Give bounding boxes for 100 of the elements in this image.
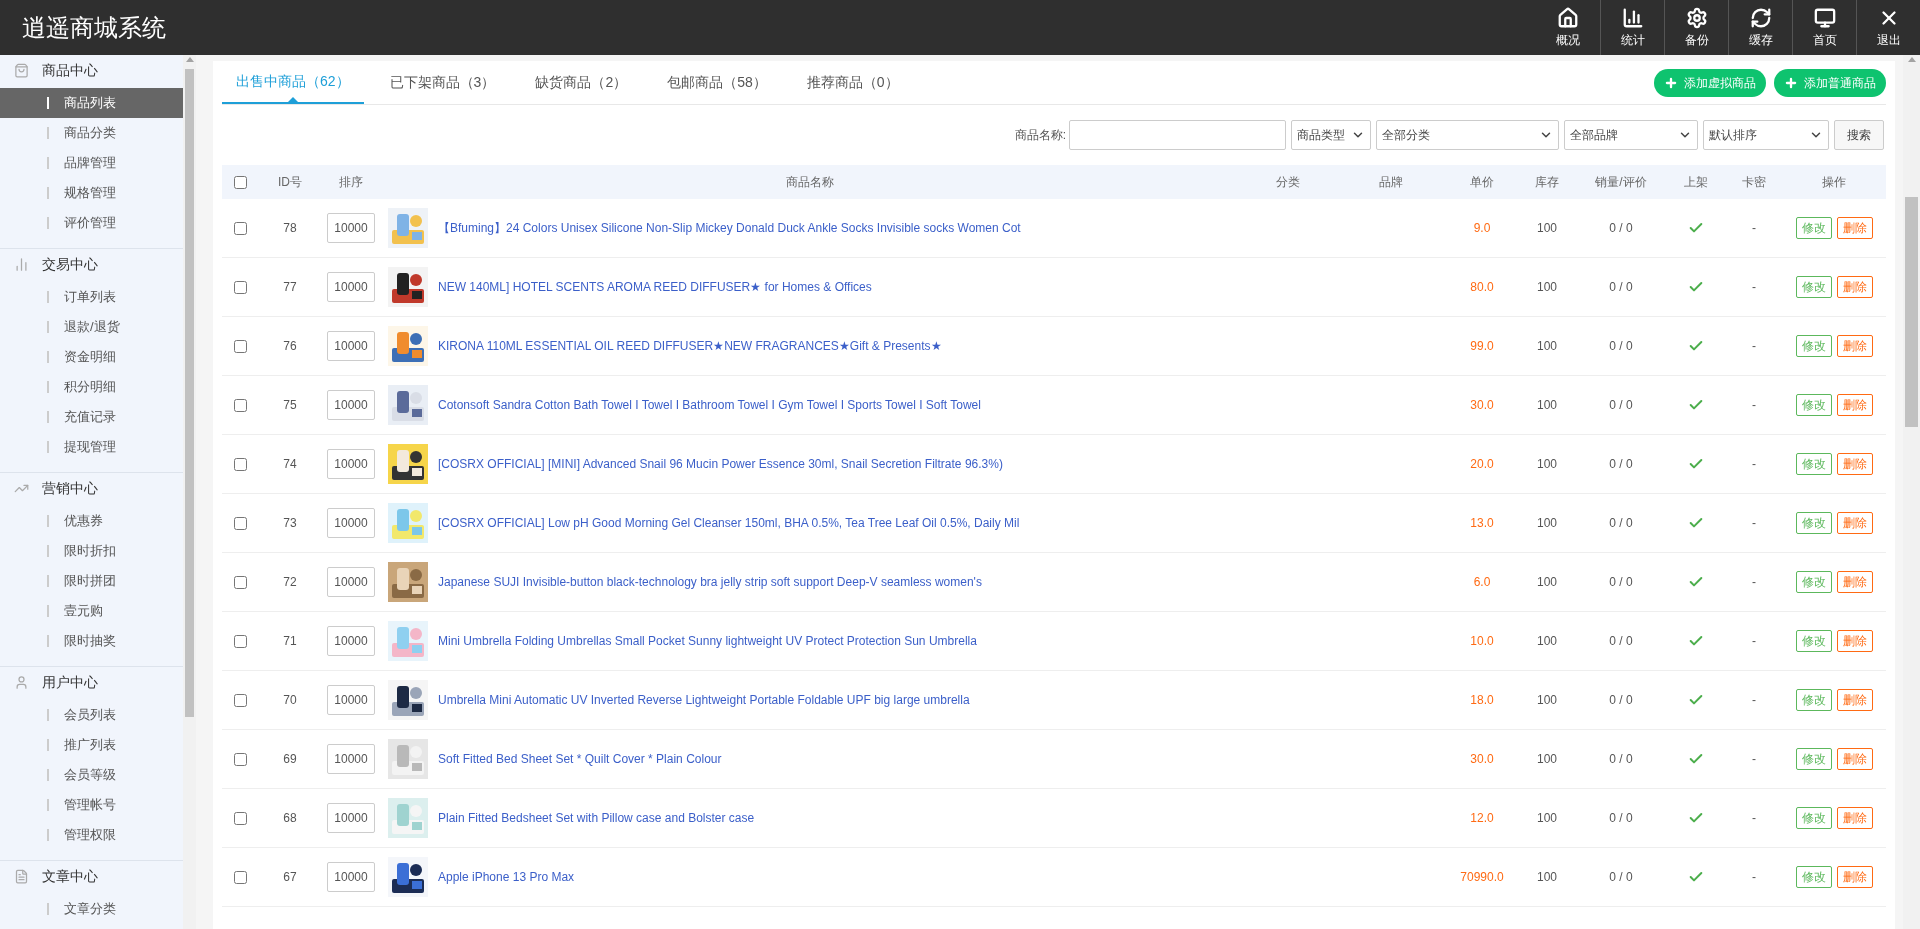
- sidebar-item[interactable]: 优惠券: [0, 506, 183, 536]
- row-checkbox[interactable]: [233, 339, 247, 353]
- table-cell-text: -: [1752, 220, 1756, 237]
- table-cell-text: 77: [283, 279, 297, 296]
- sidebar-item[interactable]: 管理帐号: [0, 790, 183, 820]
- table-cell-text: 0 / 0: [1609, 456, 1633, 473]
- tab[interactable]: 包邮商品（58）: [653, 61, 781, 104]
- price: 30.0: [1470, 397, 1494, 414]
- monitor-icon: [1813, 6, 1836, 29]
- nav-button[interactable]: 首页: [1792, 0, 1856, 55]
- column-header: 上架: [1684, 174, 1708, 191]
- row-checkbox[interactable]: [233, 280, 247, 294]
- table-cell-text: 0 / 0: [1609, 810, 1633, 827]
- sort-field[interactable]: 10000: [327, 567, 375, 597]
- nav-button[interactable]: 缓存: [1728, 0, 1792, 55]
- sort-field[interactable]: 10000: [327, 508, 375, 538]
- sidebar-item[interactable]: 文章分类: [0, 894, 183, 924]
- sidebar-item[interactable]: 推广列表: [0, 730, 183, 760]
- product-link[interactable]: Mini Umbrella Folding Umbrellas Small Pocket Sunny lightweight UV Protect Protection Sun Umbrella: [438, 632, 977, 650]
- sidebar-item[interactable]: 充值记录: [0, 402, 183, 432]
- sidebar-item[interactable]: 品牌管理: [0, 148, 183, 178]
- product-link[interactable]: NEW 140ML] HOTEL SCENTS AROMA REED DIFFUSER★ for Homes & Offices: [438, 278, 872, 296]
- sidebar-item[interactable]: 壹元购: [0, 596, 183, 626]
- row-checkbox[interactable]: [233, 221, 247, 235]
- sort-field[interactable]: 10000: [327, 331, 375, 361]
- product-link[interactable]: 【Bfuming】24 Colors Unisex Silicone Non-Slip Mickey Donald Duck Ankle Socks Invisible socks Women Cot: [438, 219, 1021, 237]
- sidebar-item[interactable]: 订单列表: [0, 282, 183, 312]
- dropdown[interactable]: 全部品牌: [1564, 120, 1698, 150]
- sidebar-item[interactable]: 会员列表: [0, 700, 183, 730]
- row-checkbox[interactable]: [233, 870, 247, 884]
- sort-field[interactable]: 10000: [327, 213, 375, 243]
- column-header: 单价: [1470, 174, 1494, 191]
- product-link[interactable]: Apple iPhone 13 Pro Max: [438, 868, 575, 886]
- table-cell-text: 100: [1537, 397, 1557, 414]
- sort-field[interactable]: 10000: [327, 626, 375, 656]
- dropdown[interactable]: 默认排序: [1703, 120, 1829, 150]
- row-checkbox[interactable]: [233, 693, 247, 707]
- table-cell-text: -: [1752, 810, 1756, 827]
- sidebar-item[interactable]: 限时折扣: [0, 536, 183, 566]
- product-link[interactable]: Cotonsoft Sandra Cotton Bath Towel I Towel I Bathroom Towel I Gym Towel I Sports Towel I Soft Towel: [438, 396, 981, 414]
- sort-field[interactable]: 10000: [327, 803, 375, 833]
- sidebar-item[interactable]: 退款/退货: [0, 312, 183, 342]
- sidebar-item[interactable]: 限时拼团: [0, 566, 183, 596]
- sort-field[interactable]: 10000: [327, 685, 375, 715]
- product-link[interactable]: Soft Fitted Bed Sheet Set * Quilt Cover * Plain Colour: [438, 750, 722, 768]
- product-link[interactable]: Plain Fitted Bedsheet Set with Pillow case and Bolster case: [438, 809, 755, 827]
- row-checkbox[interactable]: [233, 457, 247, 471]
- table-cell-text: 76: [283, 338, 297, 355]
- nav-button[interactable]: 统计: [1600, 0, 1664, 55]
- sort-field[interactable]: 10000: [327, 272, 375, 302]
- tab[interactable]: 推荐商品（0）: [792, 61, 913, 104]
- table-cell-text: 100: [1537, 220, 1557, 237]
- product-link[interactable]: [COSRX OFFICIAL] Low pH Good Morning Gel Cleanser 150ml, BHA 0.5%, Tea Tree Leaf Oil 0.5%, Daily Mil: [438, 514, 1020, 532]
- row-checkbox[interactable]: [233, 752, 247, 766]
- nav-button[interactable]: 备份: [1664, 0, 1728, 55]
- table-cell-text: 100: [1537, 338, 1557, 355]
- sidebar-item[interactable]: 商品分类: [0, 118, 183, 148]
- table-cell-text: -: [1752, 456, 1756, 473]
- sidebar-item[interactable]: 规格管理: [0, 178, 183, 208]
- sort-field[interactable]: 10000: [327, 449, 375, 479]
- sidebar-item[interactable]: 积分明细: [0, 372, 183, 402]
- scrollbar[interactable]: [183, 55, 196, 929]
- price: 20.0: [1470, 456, 1494, 473]
- tab[interactable]: 缺货商品（2）: [521, 61, 642, 104]
- sidebar-item[interactable]: 提现管理: [0, 432, 183, 462]
- sort-field[interactable]: 10000: [327, 390, 375, 420]
- row-checkbox[interactable]: [233, 516, 247, 530]
- product-link[interactable]: Umbrella Mini Automatic UV Inverted Reverse Lightweight Portable Foldable UPF big large umbrella: [438, 691, 970, 709]
- column-header: 操作: [1822, 174, 1846, 191]
- sidebar-item[interactable]: 商品列表: [0, 88, 183, 118]
- table-cell-text: 100: [1537, 574, 1557, 591]
- product-link[interactable]: KIRONA 110ML ESSENTIAL OIL REED DIFFUSER★NEW FRAGRANCES★Gift & Presents★: [438, 337, 942, 355]
- name-search-field[interactable]: [1069, 120, 1286, 150]
- sidebar-item[interactable]: 评价管理: [0, 208, 183, 238]
- sidebar-item[interactable]: 限时抽奖: [0, 626, 183, 656]
- sidebar-item[interactable]: 管理权限: [0, 820, 183, 850]
- table-cell-text: 78: [283, 220, 297, 237]
- scrollbar[interactable]: [1903, 55, 1920, 929]
- sidebar-item[interactable]: 会员等级: [0, 760, 183, 790]
- column-header: 卡密: [1742, 174, 1766, 191]
- nav-button[interactable]: 概况: [1536, 0, 1600, 55]
- product-link[interactable]: Japanese SUJI Invisible-button black-technology bra jelly strip soft support Deep-V seamless women's: [438, 573, 982, 591]
- search-button[interactable]: 搜索: [1834, 120, 1884, 150]
- row-checkbox[interactable]: [233, 575, 247, 589]
- row-checkbox[interactable]: [233, 398, 247, 412]
- sidebar-group-title: 交易中心: [42, 254, 98, 274]
- tab[interactable]: 已下架商品（3）: [375, 61, 510, 104]
- sort-field[interactable]: 10000: [327, 744, 375, 774]
- dropdown[interactable]: 商品类型: [1291, 120, 1371, 150]
- sort-field[interactable]: 10000: [327, 862, 375, 892]
- table-cell-text: 100: [1537, 279, 1557, 296]
- dropdown[interactable]: 全部分类: [1376, 120, 1559, 150]
- row-checkbox[interactable]: [233, 811, 247, 825]
- select-all-checkbox[interactable]: [233, 175, 247, 189]
- row-checkbox[interactable]: [233, 634, 247, 648]
- product-link[interactable]: [COSRX OFFICIAL] [MINI] Advanced Snail 96 Mucin Power Essence 30ml, Snail Secretion Filtrate 96.3%): [438, 455, 1003, 473]
- table-cell-text: 0 / 0: [1609, 397, 1633, 414]
- sidebar-group-title: 商品中心: [42, 60, 98, 80]
- price: 99.0: [1470, 338, 1494, 355]
- sidebar-item[interactable]: 资金明细: [0, 342, 183, 372]
